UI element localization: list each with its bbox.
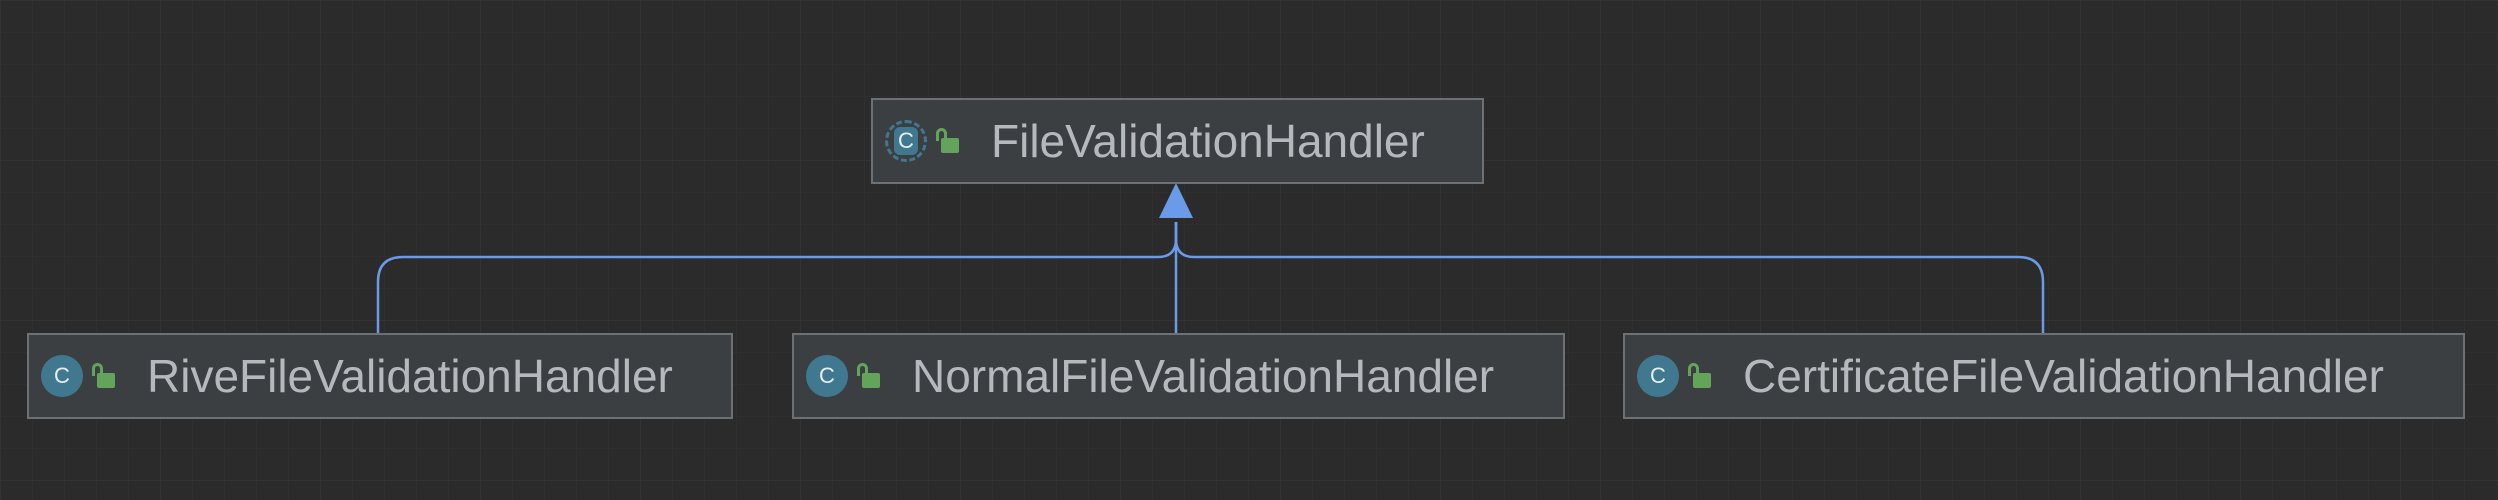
inheritance-edge-rive bbox=[376, 222, 1178, 333]
class-name-label: RiveFileValidationHandler bbox=[147, 350, 673, 402]
public-unlocked-icon bbox=[933, 120, 963, 162]
class-name-label: NormalFileValidationHandler bbox=[912, 350, 1495, 402]
class-node-normalfilevalidationhandler[interactable]: C NormalFileValidationHandler bbox=[792, 333, 1565, 419]
generalization-arrowhead bbox=[1159, 183, 1193, 218]
class-icon: C bbox=[806, 355, 848, 397]
public-unlocked-icon bbox=[1685, 355, 1715, 397]
class-node-certificatefilevalidationhandler[interactable]: C CertificateFileValidationHandler bbox=[1623, 333, 2465, 419]
class-icon: C bbox=[41, 355, 83, 397]
class-name-label: CertificateFileValidationHandler bbox=[1743, 350, 2384, 402]
inheritance-edge-certificate bbox=[1174, 222, 2045, 333]
class-name-label: FileValidationHandler bbox=[991, 115, 1425, 167]
public-unlocked-icon bbox=[89, 355, 119, 397]
class-node-filevalidationhandler[interactable]: C FileValidationHandler bbox=[871, 98, 1484, 184]
abstract-class-icon: C bbox=[885, 120, 927, 162]
class-icon: C bbox=[1637, 355, 1679, 397]
inheritance-edges bbox=[376, 183, 2045, 333]
public-unlocked-icon bbox=[854, 355, 884, 397]
class-node-rivefilevalidationhandler[interactable]: C RiveFileValidationHandler bbox=[27, 333, 733, 419]
diagram-canvas[interactable]: C FileValidationHandler C RiveFileValida… bbox=[0, 0, 2498, 500]
